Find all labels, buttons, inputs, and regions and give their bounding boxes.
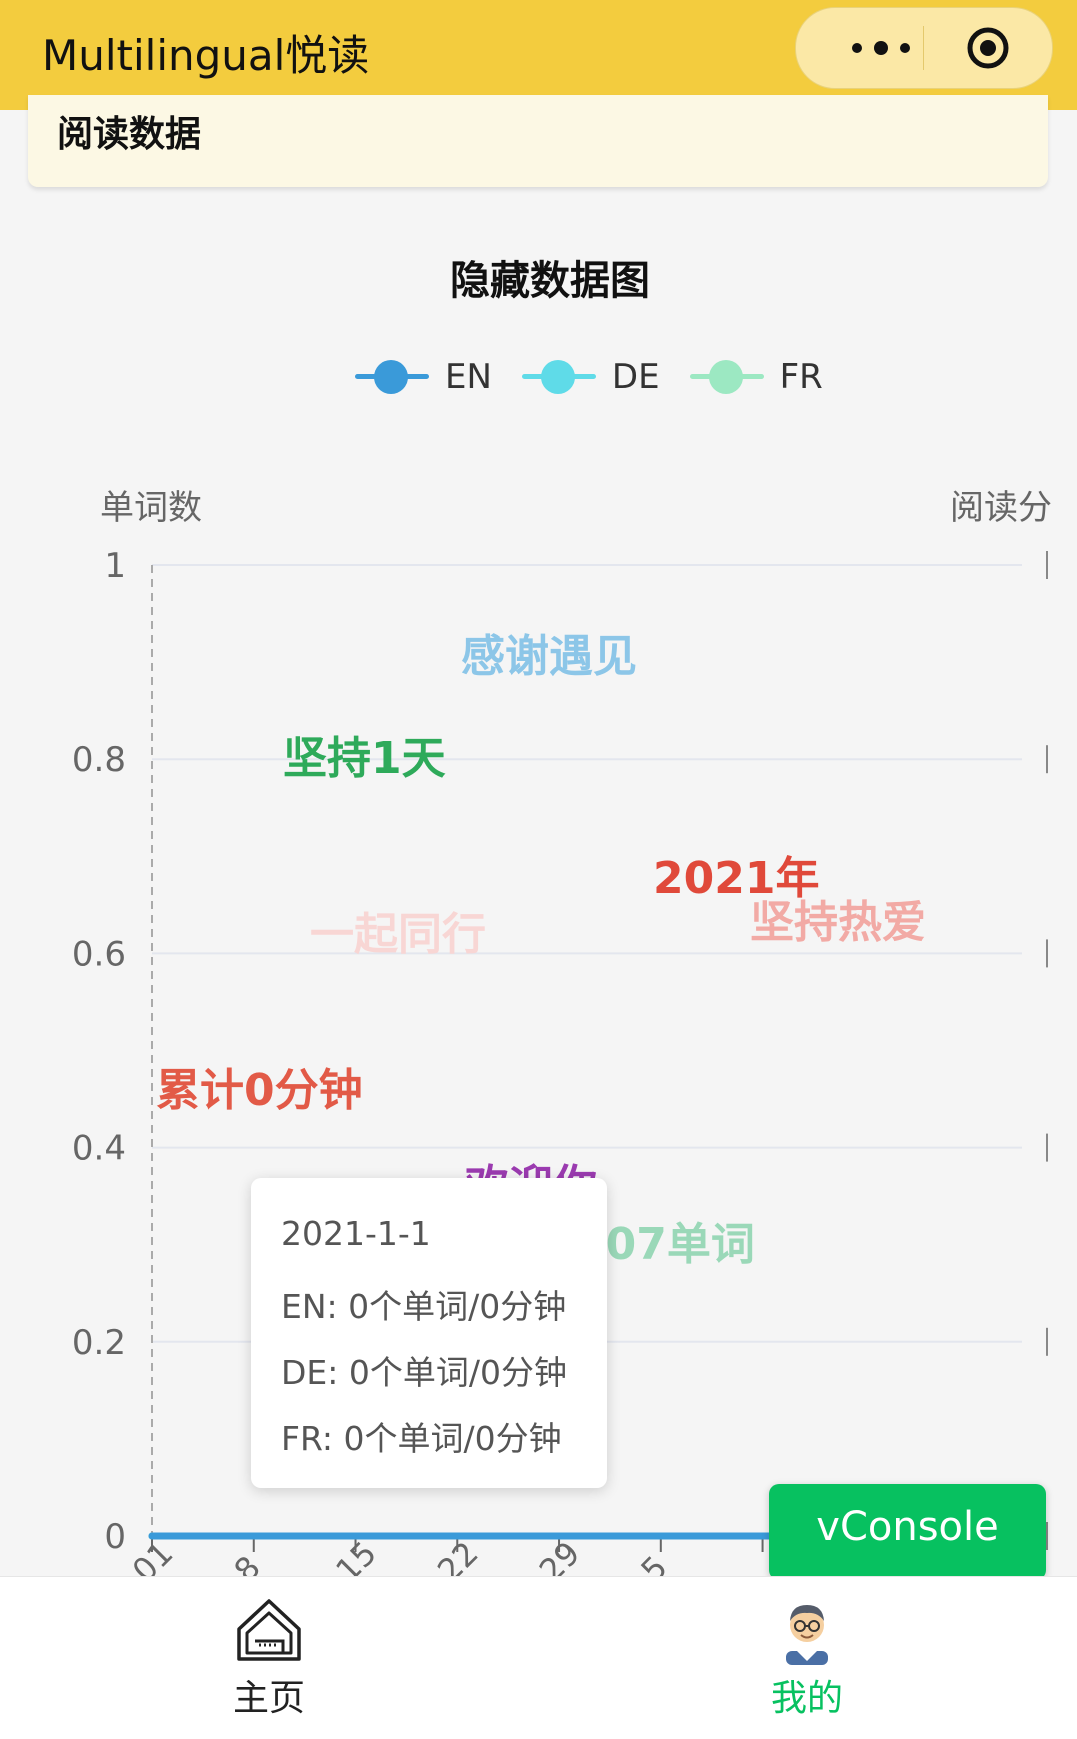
vconsole-label: vConsole (816, 1504, 999, 1550)
y-tick-label: 0 (104, 1517, 126, 1557)
home-icon (237, 1599, 301, 1661)
tooltip-en: EN: 0个单词/0分钟 (281, 1287, 567, 1326)
y-tick-label: 0.2 (72, 1323, 126, 1363)
watermark-total-minutes: 累计0分钟 (156, 1065, 363, 1116)
chart-tooltip: 2021-1-1 EN: 0个单词/0分钟 DE: 0个单词/0分钟 FR: 0… (251, 1178, 607, 1488)
watermark-thanks: 感谢遇见 (461, 631, 637, 682)
avatar-icon (786, 1605, 828, 1665)
bottom-tab-bar: 主页 我的 (0, 1576, 1077, 1739)
y-tick-label: 0.6 (72, 934, 126, 974)
tab-home[interactable]: 主页 (0, 1577, 538, 1739)
y-tick-label: 0.8 (72, 740, 126, 780)
watermark-persist-days: 坚持1天 (283, 733, 446, 784)
watermark-together: 一起同行 (310, 909, 486, 960)
tooltip-fr: FR: 0个单词/0分钟 (281, 1419, 562, 1458)
tooltip-date: 2021-1-1 (281, 1214, 431, 1253)
tab-home-label: 主页 (232, 1678, 305, 1719)
tab-mine[interactable]: 我的 (538, 1577, 1076, 1739)
y-tick-label: 1 (104, 546, 126, 586)
y-tick-label: 0.4 (72, 1129, 126, 1169)
tooltip-de: DE: 0个单词/0分钟 (281, 1353, 567, 1392)
tab-mine-label: 我的 (770, 1678, 843, 1719)
mini-program-page: Multilingual悦读 阅读数据 隐藏数据图 EN DE FR 单词数 阅… (0, 0, 1077, 1739)
watermark-persist-love: 坚持热爱 (750, 897, 926, 948)
vconsole-button[interactable]: vConsole (769, 1484, 1046, 1580)
